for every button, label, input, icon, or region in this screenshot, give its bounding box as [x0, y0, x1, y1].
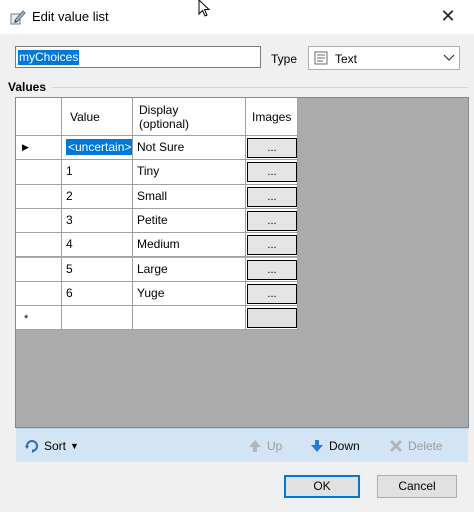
display-cell[interactable]: Yuge — [133, 281, 246, 307]
image-picker-button[interactable]: ... — [247, 259, 297, 280]
value-cell[interactable]: 6 — [62, 281, 133, 307]
value-list-name-input[interactable]: myChoices — [15, 46, 261, 68]
images-cell: ... — [246, 208, 298, 234]
down-arrow-icon — [311, 440, 323, 452]
value-cell-text: 5 — [66, 261, 73, 276]
row-header[interactable] — [16, 233, 62, 258]
up-label: Up — [267, 439, 283, 453]
row-header[interactable] — [16, 184, 62, 209]
images-cell: ... — [246, 281, 298, 307]
row-header[interactable] — [16, 257, 62, 282]
value-cell[interactable]: <uncertain> — [62, 136, 133, 161]
images-cell: ... — [246, 257, 298, 282]
sort-button[interactable]: Sort ▼ — [24, 438, 84, 454]
title-bar: Edit value list ✕ — [0, 0, 474, 34]
window-title: Edit value list — [32, 9, 109, 24]
value-cell[interactable]: 3 — [62, 208, 133, 234]
move-up-button[interactable]: Up — [247, 438, 287, 454]
values-grid: Value Display (optional) Images ▶ <uncert… — [15, 97, 469, 428]
type-selected-value: Text — [335, 52, 358, 66]
display-cell[interactable]: Petite — [133, 208, 246, 234]
image-picker-button[interactable]: ... — [247, 283, 297, 304]
row-header[interactable] — [16, 160, 62, 185]
cancel-button[interactable]: Cancel — [377, 475, 457, 498]
image-picker-button[interactable]: ... — [247, 162, 297, 183]
display-cell[interactable]: Medium — [133, 233, 246, 258]
images-cell: ... — [246, 160, 298, 185]
row-header[interactable] — [16, 208, 62, 234]
new-display-cell[interactable] — [133, 306, 246, 331]
value-cell[interactable]: 4 — [62, 233, 133, 258]
column-header-images[interactable]: Images — [246, 98, 298, 136]
column-header-value[interactable]: Value — [62, 98, 133, 136]
new-row-header[interactable]: * — [16, 306, 62, 331]
images-cell: ... — [246, 233, 298, 258]
value-cell-text: <uncertain> — [66, 139, 132, 155]
value-cell[interactable]: 1 — [62, 160, 133, 185]
display-cell[interactable]: Small — [133, 184, 246, 209]
values-section-label: Values — [8, 80, 47, 94]
value-cell-text: 2 — [66, 188, 73, 203]
delete-label: Delete — [408, 439, 443, 453]
down-label: Down — [329, 439, 360, 453]
value-cell-text: 4 — [66, 237, 73, 252]
value-cell[interactable]: 5 — [62, 257, 133, 282]
value-cell-text: 6 — [66, 285, 73, 300]
close-button[interactable]: ✕ — [428, 2, 468, 30]
display-cell[interactable]: Not Sure — [133, 136, 246, 161]
image-picker-button[interactable]: ... — [247, 138, 297, 158]
display-cell[interactable]: Tiny — [133, 160, 246, 185]
image-picker-button[interactable]: ... — [247, 210, 297, 231]
display-cell[interactable]: Large — [133, 257, 246, 282]
edit-list-icon — [10, 10, 26, 25]
column-header-display[interactable]: Display (optional) — [133, 98, 246, 136]
values-divider — [52, 87, 468, 88]
new-value-cell[interactable] — [62, 306, 133, 331]
image-picker-button[interactable]: ... — [247, 235, 297, 256]
grid-toolbar: Sort ▼ Up Down Delete — [16, 428, 468, 462]
chevron-down-icon — [443, 54, 455, 61]
images-cell: ... — [246, 136, 298, 161]
sort-dropdown-arrow-icon: ▼ — [70, 441, 79, 451]
row-header[interactable] — [16, 281, 62, 307]
value-cell-text: 3 — [66, 212, 73, 227]
text-type-icon — [314, 51, 328, 65]
name-input-value: myChoices — [18, 50, 80, 65]
delete-button[interactable]: Delete — [388, 438, 450, 454]
mouse-cursor-icon — [198, 0, 211, 17]
images-cell: ... — [246, 184, 298, 209]
image-picker-button[interactable]: ... — [247, 186, 297, 207]
row-header[interactable]: ▶ — [16, 136, 62, 161]
edit-value-list-dialog: Edit value list ✕ myChoices Type Text Va… — [0, 0, 474, 512]
new-row-marker-icon: * — [24, 313, 29, 326]
grid-corner-header — [16, 98, 62, 136]
sort-icon — [25, 440, 38, 453]
type-dropdown[interactable]: Text — [308, 46, 460, 70]
move-down-button[interactable]: Down — [309, 438, 365, 454]
sort-label: Sort — [44, 439, 67, 453]
ok-button[interactable]: OK — [284, 475, 360, 498]
up-arrow-icon — [249, 440, 261, 452]
new-images-cell — [246, 306, 298, 331]
type-label: Type — [271, 52, 298, 66]
grid-body: Value Display (optional) Images ▶ <uncert… — [16, 98, 468, 427]
delete-icon — [389, 439, 403, 453]
current-row-marker-icon: ▶ — [22, 142, 29, 152]
value-cell[interactable]: 2 — [62, 184, 133, 209]
new-image-picker-button[interactable] — [247, 308, 297, 329]
value-cell-text: 1 — [66, 164, 73, 179]
